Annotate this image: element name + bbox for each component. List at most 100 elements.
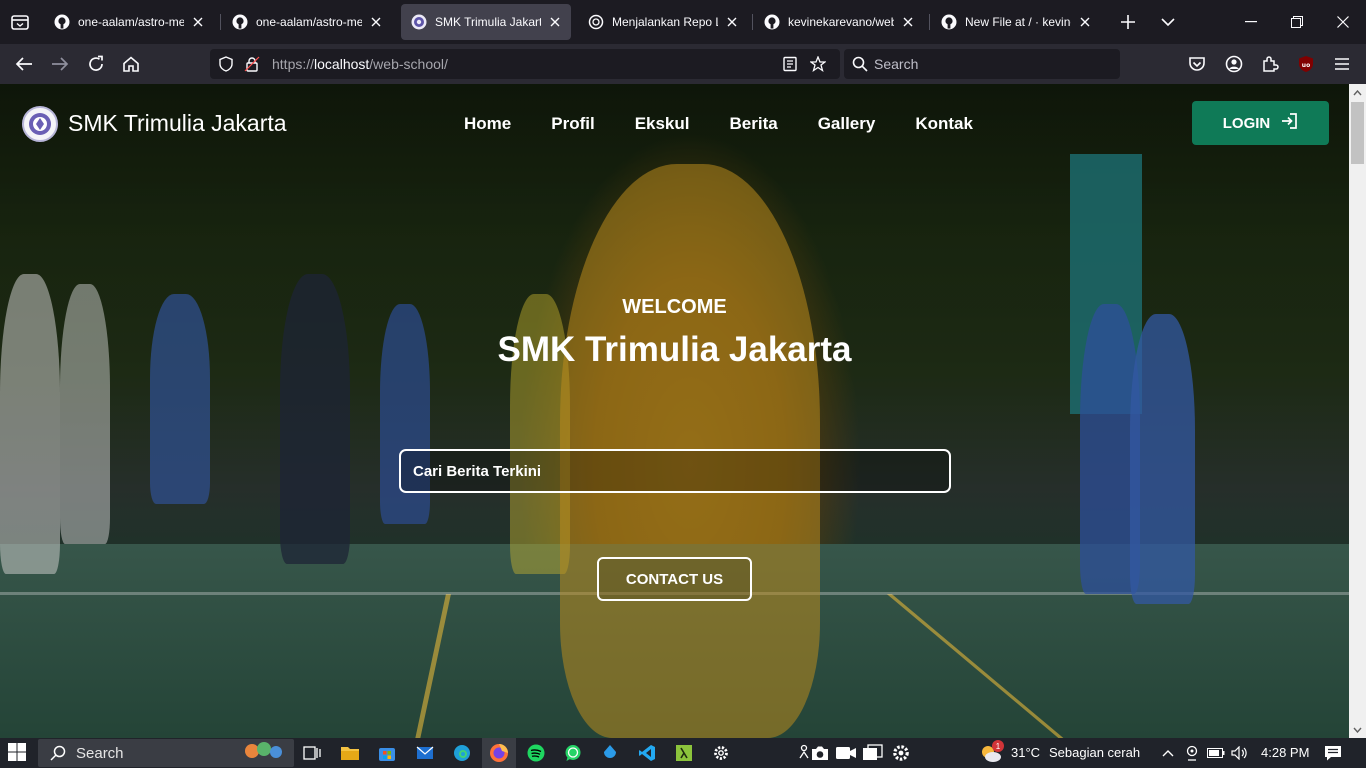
reload-icon[interactable] [84,52,108,76]
tab-astro-2[interactable]: one-aalam/astro-me [222,4,392,40]
browser-navigation-bar: https://localhost/web-school/ Search uo [0,44,1366,84]
tab-title: one-aalam/astro-me [256,15,362,29]
url-path: /web-school/ [369,56,448,72]
close-tab-icon[interactable] [368,14,384,30]
bookmark-star-icon[interactable] [809,55,827,77]
tab-web-school-repo[interactable]: kevinekarevano/web-s [754,4,924,40]
vscode-icon[interactable] [635,741,659,765]
settings-gear-icon[interactable] [889,741,913,765]
scrollbar-thumb[interactable] [1351,102,1364,164]
battery-icon[interactable] [1204,741,1228,765]
whatsapp-icon[interactable] [561,741,585,765]
page-scrollbar[interactable] [1349,84,1366,738]
search-placeholder: Search [874,56,919,72]
hamburger-menu-icon[interactable] [1330,52,1354,76]
notification-center-icon[interactable] [1321,741,1345,765]
edge-browser-icon[interactable] [450,741,474,765]
firefox-icon[interactable] [487,741,511,765]
chevron-down-icon[interactable] [1156,10,1180,34]
github-icon [232,14,248,30]
taskbar-search-label: Search [76,745,124,762]
scroll-up-arrow-icon[interactable] [1349,84,1366,101]
close-tab-icon[interactable] [724,14,740,30]
github-icon [941,14,957,30]
reader-view-icon[interactable] [782,56,798,77]
microsoft-store-icon[interactable] [375,741,399,765]
list-all-tabs-icon[interactable] [8,10,32,34]
school-logo-icon [411,14,427,30]
windows-start-icon[interactable] [8,743,28,763]
nav-home[interactable]: Home [464,114,511,134]
tab-separator [929,14,930,30]
settings-gear-icon[interactable] [709,741,733,765]
tab-menjalankan-repo[interactable]: Menjalankan Repo Lok [578,4,748,40]
url-scheme: https:// [272,56,315,72]
windows-taskbar: Search 1 31°C Sebagian cerah 4:28 PM [0,738,1366,768]
back-arrow-icon[interactable] [12,52,36,76]
nav-gallery[interactable]: Gallery [818,114,876,134]
hero-section: SMK Trimulia Jakarta Home Profil Ekskul … [0,84,1349,738]
chevron-up-icon[interactable] [1156,741,1180,765]
weather-description[interactable]: Sebagian cerah [1049,745,1140,760]
notification-count: 1 [995,741,1001,751]
search-icon [50,745,66,766]
svg-text:uo: uo [1302,62,1310,69]
volume-icon[interactable] [1228,741,1252,765]
video-camera-icon[interactable] [834,741,858,765]
nav-berita[interactable]: Berita [730,114,778,134]
scroll-down-arrow-icon[interactable] [1349,721,1366,738]
weather-temperature[interactable]: 31°C [1011,745,1040,760]
taskbar-search-box[interactable]: Search [38,739,294,767]
url-host: localhost [314,56,370,72]
browser-search-field[interactable]: Search [844,49,1120,79]
news-search-input[interactable] [399,449,951,493]
site-name[interactable]: SMK Trimulia Jakarta [68,110,287,137]
contact-us-button[interactable]: CONTACT US [597,557,752,601]
extensions-puzzle-icon[interactable] [1258,52,1282,76]
restore-window-icon[interactable] [1274,0,1320,44]
app-droplet-icon[interactable] [598,741,622,765]
hero-title: SMK Trimulia Jakarta [497,330,852,369]
nav-profil[interactable]: Profil [551,114,594,134]
github-icon [54,14,70,30]
tab-title: New File at / · kevineka [965,15,1071,29]
close-window-icon[interactable] [1320,0,1366,44]
laragon-lambda-icon[interactable] [672,741,696,765]
minimize-window-icon[interactable] [1228,0,1274,44]
address-bar[interactable]: https://localhost/web-school/ [210,49,840,79]
home-icon[interactable] [119,52,143,76]
login-label: LOGIN [1222,114,1271,132]
screen-snip-icon[interactable] [861,741,885,765]
mail-icon[interactable] [413,741,437,765]
school-logo[interactable] [22,106,58,142]
close-tab-icon[interactable] [1077,14,1093,30]
file-explorer-icon[interactable] [338,741,362,765]
url-text: https://localhost/web-school/ [272,56,448,72]
close-tab-icon[interactable] [900,14,916,30]
new-tab-plus-icon[interactable] [1116,10,1140,34]
tab-astro-1[interactable]: one-aalam/astro-me [44,4,214,40]
taskbar-clock[interactable]: 4:28 PM [1261,745,1309,760]
hero-welcome: WELCOME [622,296,727,318]
tab-title: SMK Trimulia Jakarta [435,15,541,29]
tab-smk-trimulia[interactable]: SMK Trimulia Jakarta [401,4,571,40]
login-button[interactable]: LOGIN [1192,101,1329,145]
shield-icon[interactable] [218,56,234,77]
tab-title: kevinekarevano/web-s [788,15,894,29]
forward-arrow-icon[interactable] [48,52,72,76]
nav-kontak[interactable]: Kontak [915,114,973,134]
ublock-origin-icon[interactable]: uo [1294,52,1318,76]
pocket-icon[interactable] [1185,52,1209,76]
spotify-icon[interactable] [524,741,548,765]
browser-tab-strip: one-aalam/astro-me one-aalam/astro-me SM… [0,0,1366,44]
task-view-icon[interactable] [300,741,324,765]
camera-icon[interactable] [808,741,832,765]
webcam-tray-icon[interactable] [1180,741,1204,765]
account-icon[interactable] [1222,52,1246,76]
close-tab-icon[interactable] [547,14,563,30]
nav-ekskul[interactable]: Ekskul [635,114,690,134]
lock-icon[interactable] [244,56,260,77]
tab-new-file[interactable]: New File at / · kevineka [931,4,1101,40]
close-tab-icon[interactable] [190,14,206,30]
hero-background-image [0,84,1349,738]
